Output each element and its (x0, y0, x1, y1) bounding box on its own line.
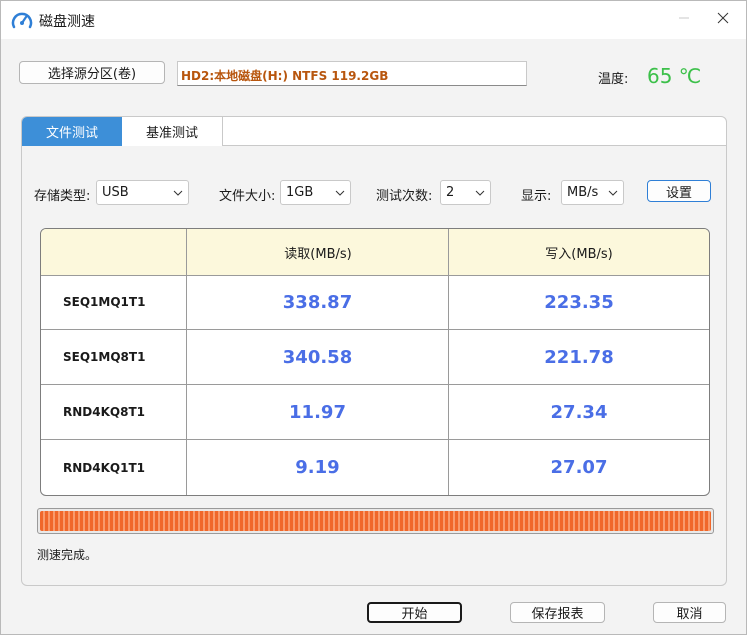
write-value: 27.07 (550, 457, 608, 478)
column-header-read: 读取(MB/s) (284, 246, 352, 262)
speedometer-icon (11, 10, 33, 30)
display-label: 显示: (521, 189, 552, 204)
read-value: 9.19 (295, 457, 340, 478)
save-report-button[interactable]: 保存报表 (510, 602, 605, 623)
table-row-label: SEQ1MQ8T1 (63, 350, 146, 364)
tab-benchmark-test[interactable]: 基准测试 (122, 117, 223, 146)
column-header-write: 写入(MB/s) (545, 246, 613, 262)
drive-path-field[interactable]: HD2:本地磁盘(H:) NTFS 119.2GB (177, 61, 527, 86)
file-size-value: 1GB (286, 185, 314, 200)
progress-fill (40, 511, 711, 531)
progress-bar (37, 508, 714, 534)
table-row-label: RND4KQ1T1 (63, 460, 145, 475)
chevron-down-icon (335, 187, 345, 197)
select-source-partition-button[interactable]: 选择源分区(卷) (19, 61, 165, 84)
write-value: 27.34 (550, 401, 608, 423)
window-title: 磁盘测速 (39, 14, 95, 30)
storage-type-label: 存储类型: (34, 189, 91, 204)
tab-file-test[interactable]: 文件测试 (22, 117, 122, 146)
display-unit-select[interactable]: MB/s (561, 180, 624, 205)
disk-speed-window: 磁盘测速 选择源分区(卷) HD2:本地磁盘(H:) NTFS 119.2GB … (0, 0, 747, 635)
read-value: 340.58 (282, 346, 353, 368)
test-count-select[interactable]: 2 (440, 180, 491, 205)
title-bar: 磁盘测速 (1, 1, 746, 39)
tab-strip: 文件测试 基准测试 (21, 116, 727, 146)
results-table: 读取(MB/s) 写入(MB/s) SEQ1MQ1T1 338.87 223.3… (40, 228, 710, 496)
cancel-button[interactable]: 取消 (653, 602, 726, 623)
table-row-label: SEQ1MQ1T1 (63, 295, 146, 309)
chevron-down-icon (173, 187, 183, 197)
file-size-label: 文件大小: (219, 189, 276, 204)
storage-type-select[interactable]: USB (96, 180, 189, 205)
file-size-select[interactable]: 1GB (280, 180, 351, 205)
test-count-value: 2 (446, 185, 455, 200)
read-value: 11.97 (289, 401, 346, 423)
test-count-label: 测试次数: (376, 189, 433, 204)
read-value: 338.87 (282, 291, 353, 313)
settings-button[interactable]: 设置 (647, 180, 711, 202)
status-text: 测速完成。 (37, 548, 98, 562)
write-value: 221.78 (544, 346, 614, 368)
table-row-label: RND4KQ8T1 (63, 405, 145, 419)
write-value: 223.35 (544, 291, 614, 313)
storage-type-value: USB (102, 185, 129, 200)
minimize-icon (678, 12, 690, 28)
display-unit-value: MB/s (567, 185, 599, 200)
close-icon (717, 12, 729, 28)
chevron-down-icon (475, 187, 485, 197)
close-button[interactable] (700, 1, 746, 39)
temperature-value: 65 ℃ (647, 64, 702, 88)
chevron-down-icon (608, 187, 618, 197)
temperature-label: 温度: (598, 72, 629, 87)
start-button[interactable]: 开始 (367, 602, 462, 623)
